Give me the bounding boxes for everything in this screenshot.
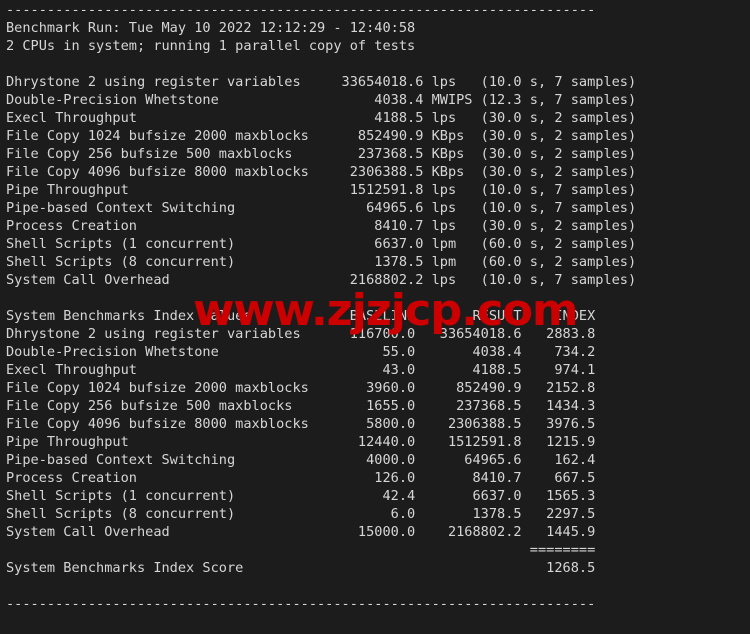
benchmark-run-header: Benchmark Run: Tue May 10 2022 12:12:29 …: [6, 20, 416, 36]
benchmark-results-list: Dhrystone 2 using register variables 336…: [6, 73, 750, 289]
cpu-info-line: 2 CPUs in system; running 1 parallel cop…: [6, 38, 416, 54]
benchmark-result-row: Process Creation 8410.7 lps (30.0 s, 2 s…: [6, 218, 637, 234]
benchmark-result-row: File Copy 256 bufsize 500 maxblocks 2373…: [6, 146, 637, 162]
index-value-row: File Copy 256 bufsize 500 maxblocks 1655…: [6, 398, 596, 414]
index-table-header: System Benchmarks Index Values BASELINE …: [6, 308, 596, 324]
benchmark-result-row: Double-Precision Whetstone 4038.4 MWIPS …: [6, 92, 637, 108]
separator-rule-bottom: ----------------------------------------…: [6, 596, 596, 612]
index-value-row: Execl Throughput 43.0 4188.5 974.1: [6, 362, 596, 378]
index-values-list: Dhrystone 2 using register variables 116…: [6, 325, 750, 541]
benchmark-result-row: Execl Throughput 4188.5 lps (30.0 s, 2 s…: [6, 110, 637, 126]
index-value-row: Shell Scripts (8 concurrent) 6.0 1378.5 …: [6, 506, 596, 522]
index-score-row: System Benchmarks Index Score 1268.5: [6, 560, 596, 576]
index-value-row: Pipe-based Context Switching 4000.0 6496…: [6, 452, 596, 468]
terminal-window: ----------------------------------------…: [0, 0, 750, 634]
blank-line: [6, 289, 750, 307]
index-value-row: File Copy 4096 bufsize 8000 maxblocks 58…: [6, 416, 596, 432]
index-value-row: Dhrystone 2 using register variables 116…: [6, 326, 596, 342]
blank-line: [6, 55, 750, 73]
index-value-row: System Call Overhead 15000.0 2168802.2 1…: [6, 524, 596, 540]
benchmark-result-row: System Call Overhead 2168802.2 lps (10.0…: [6, 272, 637, 288]
benchmark-result-row: Shell Scripts (8 concurrent) 1378.5 lpm …: [6, 254, 637, 270]
index-value-row: Double-Precision Whetstone 55.0 4038.4 7…: [6, 344, 596, 360]
benchmark-result-row: Dhrystone 2 using register variables 336…: [6, 74, 637, 90]
terminal-screen: ----------------------------------------…: [6, 0, 750, 613]
index-value-row: Process Creation 126.0 8410.7 667.5: [6, 470, 596, 486]
benchmark-result-row: File Copy 1024 bufsize 2000 maxblocks 85…: [6, 128, 637, 144]
index-value-row: Shell Scripts (1 concurrent) 42.4 6637.0…: [6, 488, 596, 504]
index-value-row: Pipe Throughput 12440.0 1512591.8 1215.9: [6, 434, 596, 450]
benchmark-result-row: Pipe-based Context Switching 64965.6 lps…: [6, 200, 637, 216]
benchmark-result-row: File Copy 4096 bufsize 8000 maxblocks 23…: [6, 164, 637, 180]
benchmark-result-row: Shell Scripts (1 concurrent) 6637.0 lpm …: [6, 236, 637, 252]
index-value-row: File Copy 1024 bufsize 2000 maxblocks 39…: [6, 380, 596, 396]
separator-rule-top: ----------------------------------------…: [6, 2, 596, 18]
benchmark-result-row: Pipe Throughput 1512591.8 lps (10.0 s, 7…: [6, 182, 637, 198]
score-separator: ========: [6, 542, 596, 558]
blank-line: [6, 577, 750, 595]
